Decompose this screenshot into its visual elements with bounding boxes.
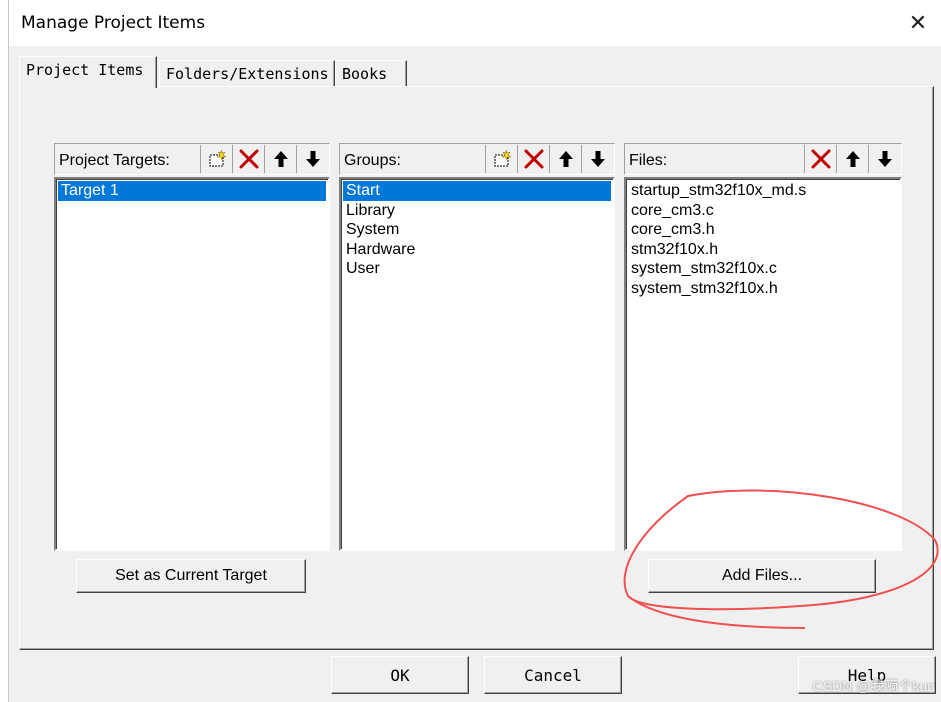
move-down-icon (590, 151, 605, 167)
tab-books[interactable]: Books (335, 60, 407, 86)
close-button[interactable]: ✕ (898, 4, 938, 42)
delete-group-button[interactable] (517, 145, 549, 173)
new-target-button[interactable] (200, 145, 232, 173)
new-group-button[interactable] (485, 145, 517, 173)
list-item[interactable]: Target 1 (58, 181, 326, 201)
tab-folders-extensions[interactable]: Folders/Extensions (159, 60, 335, 86)
new-item-icon (494, 149, 512, 167)
move-up-icon (273, 151, 288, 167)
move-target-up-button[interactable] (264, 145, 296, 173)
tab-panel-project-items: Project Targets: Target 1 Groups: Start … (19, 86, 934, 650)
list-item[interactable]: System (343, 220, 611, 240)
groups-toolbar (485, 145, 613, 173)
groups-list[interactable]: Start Library System Hardware User (339, 177, 615, 551)
files-label: Files: (629, 152, 668, 169)
move-down-icon (877, 151, 892, 167)
groups-panel: Groups: Start Library System Hardware Us… (339, 143, 615, 551)
ok-button[interactable]: OK (331, 656, 469, 694)
move-up-icon (558, 151, 573, 167)
move-up-icon (845, 151, 860, 167)
list-item[interactable]: Start (343, 181, 611, 201)
move-file-up-button[interactable] (836, 145, 868, 173)
move-group-down-button[interactable] (581, 145, 613, 173)
files-header: Files: (624, 143, 902, 175)
project-targets-header: Project Targets: (54, 143, 330, 175)
list-item[interactable]: Library (343, 201, 611, 221)
set-as-current-target-button[interactable]: Set as Current Target (76, 559, 306, 593)
list-item[interactable]: startup_stm32f10x_md.s (628, 181, 898, 201)
watermark: CSDN @我嗬个kun (812, 678, 935, 694)
list-item[interactable]: system_stm32f10x.h (628, 279, 898, 299)
delete-icon (524, 149, 543, 169)
groups-label: Groups: (344, 152, 401, 169)
project-targets-panel: Project Targets: Target 1 (54, 143, 330, 551)
tab-project-items[interactable]: Project Items (19, 56, 157, 88)
project-targets-list[interactable]: Target 1 (54, 177, 330, 551)
targets-toolbar (200, 145, 328, 173)
list-item[interactable]: core_cm3.c (628, 201, 898, 221)
delete-icon (811, 149, 830, 169)
list-item[interactable]: core_cm3.h (628, 220, 898, 240)
list-item[interactable]: system_stm32f10x.c (628, 259, 898, 279)
move-down-icon (305, 151, 320, 167)
move-group-up-button[interactable] (549, 145, 581, 173)
title-bar: Manage Project Items ✕ (9, 0, 941, 46)
move-file-down-button[interactable] (868, 145, 900, 173)
dialog-title: Manage Project Items (21, 13, 206, 33)
delete-target-button[interactable] (232, 145, 264, 173)
delete-file-button[interactable] (804, 145, 836, 173)
close-icon: ✕ (908, 10, 928, 36)
list-item[interactable]: User (343, 259, 611, 279)
project-targets-label: Project Targets: (59, 152, 170, 169)
cancel-button[interactable]: Cancel (484, 656, 622, 694)
new-item-icon (209, 149, 227, 167)
manage-project-items-dialog: Manage Project Items ✕ Project Items Fol… (8, 0, 941, 702)
delete-icon (239, 149, 258, 169)
add-files-button[interactable]: Add Files... (648, 559, 876, 593)
files-panel: Files: startup_stm32f10x_md.s core_cm3.c… (624, 143, 902, 551)
files-toolbar (804, 145, 900, 173)
list-item[interactable]: stm32f10x.h (628, 240, 898, 260)
files-list[interactable]: startup_stm32f10x_md.s core_cm3.c core_c… (624, 177, 902, 551)
move-target-down-button[interactable] (296, 145, 328, 173)
groups-header: Groups: (339, 143, 615, 175)
list-item[interactable]: Hardware (343, 240, 611, 260)
